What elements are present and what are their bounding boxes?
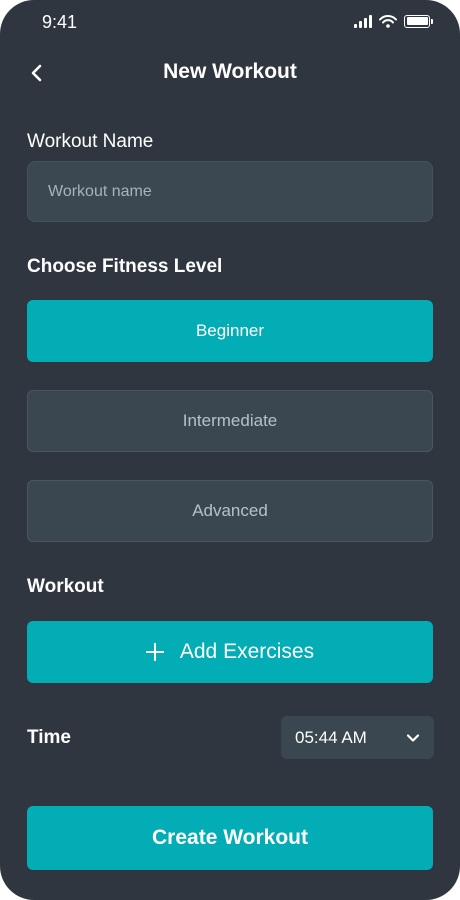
time-dropdown[interactable]: 05:44 AM [281, 716, 434, 759]
header: New Workout [0, 56, 460, 90]
level-option-intermediate[interactable]: Intermediate [27, 390, 433, 452]
time-value: 05:44 AM [295, 727, 367, 747]
add-exercises-button[interactable]: Add Exercises [27, 621, 433, 683]
wifi-icon [379, 14, 397, 28]
level-option-label: Intermediate [182, 411, 278, 430]
fitness-level-label: Choose Fitness Level [27, 256, 223, 277]
phone-screen: 9:41 New Workout Workout Name Choose Fit… [0, 0, 460, 900]
chevron-down-icon [406, 733, 420, 742]
time-label: Time [27, 727, 72, 748]
level-option-label: Beginner [195, 321, 265, 340]
status-icons [354, 14, 433, 28]
page-title: New Workout [163, 60, 297, 83]
workout-name-label: Workout Name [27, 131, 154, 152]
create-workout-button[interactable]: Create Workout [27, 806, 433, 870]
add-exercises-label: Add Exercises [179, 640, 315, 663]
cellular-signal-icon [354, 14, 372, 28]
level-option-label: Advanced [192, 501, 268, 520]
plus-icon [145, 643, 164, 661]
workout-section-label: Workout [27, 576, 104, 597]
workout-name-input[interactable] [27, 161, 433, 222]
level-option-beginner[interactable]: Beginner [27, 300, 433, 362]
level-option-advanced[interactable]: Advanced [27, 480, 433, 542]
battery-icon [404, 14, 433, 28]
create-workout-label: Create Workout [152, 826, 308, 849]
status-bar: 9:41 [0, 0, 460, 44]
status-time: 9:41 [42, 12, 78, 32]
